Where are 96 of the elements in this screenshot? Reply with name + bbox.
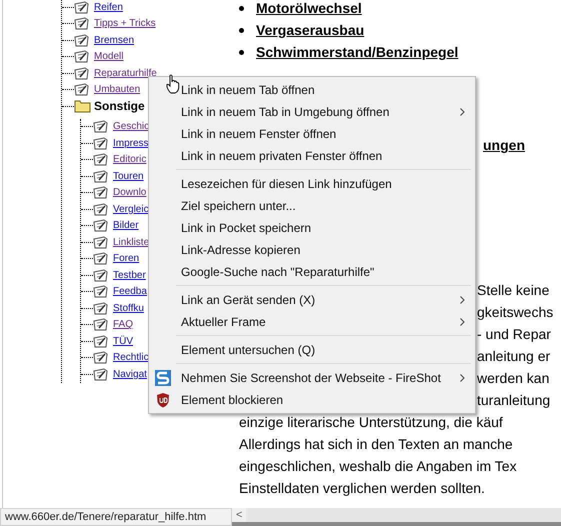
notepad-icon [74,66,90,80]
notepad-icon [93,219,109,232]
menu-item[interactable]: Link in neuem Tab in Umgebung öffnen [149,101,475,123]
tree-link[interactable]: Reifen [94,2,123,13]
tree-link[interactable]: Navigat [113,368,147,380]
notepad-icon [74,50,90,64]
menu-item[interactable]: Link in neuem privaten Fenster öffnen [149,145,475,167]
notepad-icon [93,318,109,332]
menu-item[interactable]: Link-Adresse kopieren [149,239,475,261]
notepad-icon [93,120,109,134]
menu-item[interactable]: Lesezeichen für diesen Link hinzufügen [149,173,475,195]
tree-link[interactable]: Vergleic [113,204,149,215]
menu-item[interactable]: Google-Suche nach "Reparaturhilfe" [149,261,475,283]
menu-item-label: Link in neuem Tab in Umgebung öffnen [181,105,390,119]
paragraph-line: anleitung er [477,347,550,366]
notepad-icon [93,268,109,282]
menu-item-label: Nehmen Sie Screenshot der Webseite - FireShot [181,371,442,385]
paragraph-line: Einstelldaten verglichen werden sollten. [239,479,485,498]
notepad-icon [74,0,90,14]
tree-link[interactable]: FAQ [113,319,134,330]
tree-link[interactable]: Umbauten [94,84,140,96]
notepad-icon [93,302,109,315]
menu-item-label: Link in neuem Tab öffnen [181,83,316,97]
notepad-icon [74,83,90,96]
notepad-icon [74,17,90,30]
tree-link[interactable]: Modell [94,51,124,62]
notepad-icon [93,170,109,183]
notepad-icon [93,186,109,200]
notepad-icon [93,202,109,216]
bullet [239,50,244,54]
menu-item-label: Link in neuem privaten Fenster öffnen [181,149,384,163]
menu-item-label: Link-Adresse kopieren [181,243,302,257]
tree-link[interactable]: Touren [113,170,144,182]
menu-item[interactable]: Nehmen Sie Screenshot der Webseite - FireShot [149,367,475,389]
tree-link[interactable]: TÜV [113,336,133,347]
tree-link[interactable]: Rechtlic [113,352,149,364]
paragraph-line: turanleitung [477,391,550,410]
tree-link[interactable]: Linkliste [113,236,150,248]
menu-item-label: Link in neuem Fenster öffnen [181,127,338,141]
scroll-left-button[interactable]: < [232,508,246,522]
menu-item-label: Link in Pocket speichern [181,221,312,235]
paragraph-line: Stelle keine [477,281,550,300]
notepad-icon [74,34,90,47]
status-url: www.660er.de/Tenere/reparatur_hilfe.htm [0,508,232,526]
article-link[interactable]: ungen [483,134,525,156]
paragraph-line: einzige literarische Unterstützung, die käuf [239,413,503,432]
shield-icon [155,392,171,408]
menu-item[interactable]: Element blockieren [149,389,475,411]
menu-item[interactable]: Aktueller Frame [149,311,475,333]
menu-item[interactable]: Link in neuem Tab öffnen [149,79,475,101]
menu-item[interactable]: Link an Gerät senden (X) [149,289,475,311]
menu-item-label: Ziel speichern unter... [181,199,297,213]
tree-link[interactable]: Editoric [113,154,146,166]
menu-item[interactable]: Link in neuem Fenster öffnen [149,123,475,145]
tree-link[interactable]: Bremsen [94,34,134,46]
notepad-icon [93,153,109,166]
menu-item[interactable]: Element untersuchen (Q) [149,339,475,361]
menu-item-label: Lesezeichen für diesen Link hinzufügen [181,177,393,191]
bullet [239,28,244,32]
notepad-icon [93,252,109,266]
notepad-icon [93,351,109,364]
menu-item-label: Google-Suche nach "Reparaturhilfe" [181,265,376,279]
tree-link[interactable]: Tipps + Tricks [94,18,156,30]
bullet [239,6,244,10]
paragraph-line: eingeschlichen, weshalb die Angaben im Tex [239,457,517,476]
menu-item-label: Aktueller Frame [181,315,267,329]
tree-link[interactable]: Foren [113,253,140,264]
notepad-icon [93,334,109,348]
notepad-icon [93,285,109,298]
tree-link[interactable]: Feedba [113,286,147,298]
tree-link[interactable]: Geschic [113,121,150,132]
menu-item[interactable]: Link in Pocket speichern [149,217,475,239]
tree-link[interactable]: Stoffku [113,302,144,314]
horizontal-scrollbar[interactable]: < [232,508,561,526]
paragraph-line: - und Repar [477,325,551,344]
paragraph-line: werden kan [477,369,550,388]
menu-item-label: Element blockieren [181,393,284,407]
menu-item-label: Element untersuchen (Q) [181,343,316,357]
folder-label[interactable]: Sonstige [94,99,145,114]
tree-link[interactable]: Reparaturhilfe [94,68,157,79]
tree-link[interactable]: Bilder [113,220,139,232]
folder-icon [74,99,91,114]
notepad-icon [93,368,109,381]
menu-item-label: Link an Gerät senden (X) [181,293,316,307]
article-link[interactable]: Vergaserausbau [256,22,364,38]
article-link[interactable]: Motorölwechsel [256,0,362,16]
paragraph-line: gkeitswechs [477,303,554,322]
tree-link[interactable]: Downlo [113,187,146,198]
notepad-icon [93,136,109,150]
tree-link[interactable]: Testber [113,270,146,281]
notepad-icon [93,236,109,249]
paragraph-line: Allerdings hat sich in den Texten an manche [239,435,513,454]
tree-link[interactable]: Impress [113,138,149,149]
article-link[interactable]: Schwimmerstand/Benzinpegel [256,44,458,60]
hand-cursor-icon [166,74,180,94]
menu-item[interactable]: Ziel speichern unter... [149,195,475,217]
